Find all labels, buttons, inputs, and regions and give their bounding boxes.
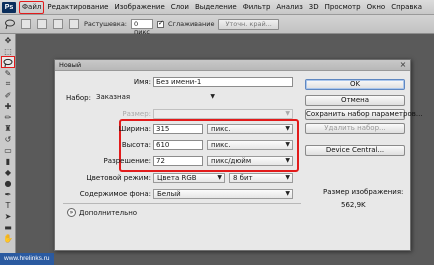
menu-view[interactable]: Просмотр xyxy=(322,1,364,14)
new-selection-icon[interactable] xyxy=(20,18,32,30)
menu-help[interactable]: Справка xyxy=(388,1,425,14)
bit-depth-select[interactable]: 8 бит ▼ xyxy=(229,173,293,183)
crop-tool-icon[interactable]: ⌗ xyxy=(2,79,14,89)
menu-3d[interactable]: 3D xyxy=(306,1,322,14)
menu-filter[interactable]: Фильтр xyxy=(240,1,274,14)
close-icon[interactable]: × xyxy=(399,61,407,69)
feather-input[interactable]: 0 пикс xyxy=(131,19,153,36)
chevron-down-icon: ▼ xyxy=(285,157,290,164)
move-tool-icon[interactable]: ✥ xyxy=(2,35,14,45)
ok-button[interactable]: OK xyxy=(305,79,405,90)
new-document-dialog: Новый × Имя: Без имени-1 Набор: Заказная… xyxy=(54,59,423,251)
advanced-label: Дополнительно xyxy=(79,208,138,217)
height-label: Высота: xyxy=(121,141,151,149)
resolution-label: Разрешение: xyxy=(103,157,152,165)
chevron-down-icon: ▼ xyxy=(285,190,290,197)
background-contents-value: Белый xyxy=(157,190,181,198)
chevron-down-icon: ▼ xyxy=(217,174,222,181)
watermark: www.hrelinks.ru xyxy=(0,253,54,265)
lasso-tool-preset-icon[interactable] xyxy=(4,18,16,30)
toolbox: ✥ ⬚ ✎ ⌗ ✐ ✚ ✏ ♜ ↺ ▭ ▮ ◆ ● ✒ T ➤ ▬ ✋ xyxy=(0,34,16,265)
menu-image[interactable]: Изображение xyxy=(111,1,167,14)
antialias-label: Сглаживание xyxy=(168,20,215,28)
width-unit-select[interactable]: пикс. ▼ xyxy=(207,124,293,134)
menu-window[interactable]: Окно xyxy=(364,1,389,14)
width-unit-value: пикс. xyxy=(211,125,231,133)
device-central-button[interactable]: Device Central... xyxy=(305,145,405,156)
resolution-unit-value: пикс/дюйм xyxy=(211,157,252,165)
lasso-tool-icon[interactable] xyxy=(1,56,15,68)
height-unit-select[interactable]: пикс. ▼ xyxy=(207,140,293,150)
chevron-down-icon: ▼ xyxy=(285,174,290,181)
menu-layers[interactable]: Слои xyxy=(168,1,192,14)
chevron-down-icon: ▼ xyxy=(210,93,215,100)
image-size-value: 562,9K xyxy=(341,201,366,209)
shape-tool-icon[interactable]: ▬ xyxy=(2,222,14,232)
hand-tool-icon[interactable]: ✋ xyxy=(2,233,14,243)
intersect-selection-icon[interactable] xyxy=(68,18,80,30)
preset-value: Заказная xyxy=(96,93,131,101)
background-contents-label: Содержимое фона: xyxy=(79,190,151,198)
advanced-toggle[interactable]: » Дополнительно xyxy=(67,208,137,217)
pen-tool-icon[interactable]: ✒ xyxy=(2,189,14,199)
preset-label: Набор: xyxy=(66,94,91,102)
color-mode-label: Цветовой режим: xyxy=(86,174,151,182)
quick-select-tool-icon[interactable]: ✎ xyxy=(2,68,14,78)
size-label: Размер: xyxy=(122,110,151,118)
feather-label: Растушевка: xyxy=(84,20,127,28)
width-input[interactable]: 315 xyxy=(153,124,203,134)
dodge-tool-icon[interactable]: ● xyxy=(2,178,14,188)
resolution-unit-select[interactable]: пикс/дюйм ▼ xyxy=(207,156,293,166)
gradient-tool-icon[interactable]: ▮ xyxy=(2,156,14,166)
height-input[interactable]: 610 xyxy=(153,140,203,150)
save-preset-button[interactable]: Сохранить набор параметров... xyxy=(305,109,423,120)
name-label: Имя: xyxy=(133,78,151,86)
history-brush-tool-icon[interactable]: ↺ xyxy=(2,134,14,144)
eraser-tool-icon[interactable]: ▭ xyxy=(2,145,14,155)
dialog-title: Новый xyxy=(55,60,410,71)
cancel-button[interactable]: Отмена xyxy=(305,95,405,106)
menu-analysis[interactable]: Анализ xyxy=(273,1,305,14)
brush-tool-icon[interactable]: ✏ xyxy=(2,112,14,122)
background-contents-select[interactable]: Белый ▼ xyxy=(153,189,293,199)
add-selection-icon[interactable] xyxy=(36,18,48,30)
bit-depth-value: 8 бит xyxy=(233,174,253,182)
size-select[interactable]: ▼ xyxy=(153,109,293,119)
options-bar: Растушевка: 0 пикс Сглаживание Уточн. кр… xyxy=(0,15,434,36)
menu-select[interactable]: Выделение xyxy=(192,1,240,14)
name-input[interactable]: Без имени-1 xyxy=(153,77,293,87)
chevron-down-icon: ▼ xyxy=(285,110,290,117)
blur-tool-icon[interactable]: ◆ xyxy=(2,167,14,177)
refine-edge-button[interactable]: Уточн. край... xyxy=(218,18,279,30)
preset-select[interactable]: Заказная ▼ xyxy=(93,93,217,103)
chevron-double-down-icon: » xyxy=(67,208,76,217)
chevron-down-icon: ▼ xyxy=(285,141,290,148)
menu-file[interactable]: Файл xyxy=(19,0,45,14)
image-size-label: Размер изображения: xyxy=(323,188,404,196)
type-tool-icon[interactable]: T xyxy=(2,200,14,210)
menu-edit[interactable]: Редактирование xyxy=(44,1,111,14)
photoshop-logo: Ps xyxy=(2,1,16,13)
divider xyxy=(63,203,301,204)
color-mode-value: Цвета RGB xyxy=(157,174,197,182)
color-mode-select[interactable]: Цвета RGB ▼ xyxy=(153,173,225,183)
antialias-checkbox[interactable] xyxy=(157,19,164,28)
delete-preset-button[interactable]: Удалить набор... xyxy=(305,123,405,134)
clone-stamp-tool-icon[interactable]: ♜ xyxy=(2,123,14,133)
photoshop-window: Ps Файл Редактирование Изображение Слои … xyxy=(0,0,434,265)
marquee-tool-icon[interactable]: ⬚ xyxy=(2,46,14,56)
eyedropper-tool-icon[interactable]: ✐ xyxy=(2,90,14,100)
menu-bar: Ps Файл Редактирование Изображение Слои … xyxy=(0,0,434,15)
subtract-selection-icon[interactable] xyxy=(52,18,64,30)
height-unit-value: пикс. xyxy=(211,141,231,149)
width-label: Ширина: xyxy=(118,125,151,133)
resolution-input[interactable]: 72 xyxy=(153,156,203,166)
chevron-down-icon: ▼ xyxy=(285,125,290,132)
path-select-tool-icon[interactable]: ➤ xyxy=(2,211,14,221)
healing-brush-tool-icon[interactable]: ✚ xyxy=(2,101,14,111)
